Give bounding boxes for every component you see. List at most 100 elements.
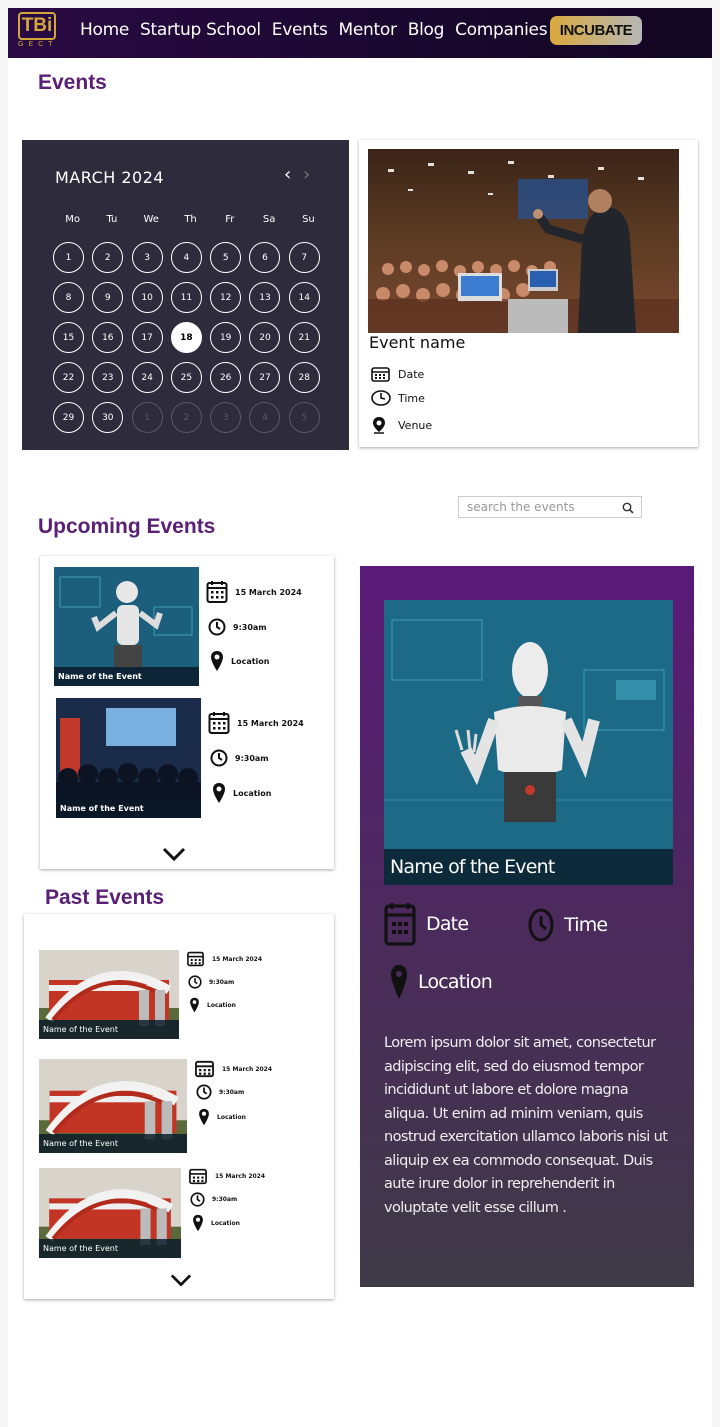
calendar-day[interactable]: 2: [170, 402, 202, 433]
time-text: 9:30am: [233, 622, 267, 632]
search-input[interactable]: [467, 500, 617, 514]
event-location: Location: [192, 1214, 240, 1232]
map-pin-icon: [192, 1214, 204, 1232]
calendar-day[interactable]: 2: [92, 242, 124, 273]
featured-event-title: Name of the Event: [384, 849, 673, 885]
calendar-day[interactable]: 28: [288, 362, 320, 393]
map-pin-icon: [212, 782, 226, 804]
calendar: MARCH 2024 ‹ › Mo Tu We Th Fr Sa Su 1234…: [22, 140, 349, 450]
events-heading: Events: [38, 71, 107, 94]
calendar-day[interactable]: 13: [249, 282, 281, 313]
calendar-day[interactable]: 22: [53, 362, 84, 393]
calendar-day[interactable]: 14: [288, 282, 320, 313]
event-thumbnail[interactable]: Name of the Event: [39, 1059, 187, 1153]
venue-label: Venue: [398, 418, 433, 432]
calendar-weekdays: Mo Tu We Th Fr Sa Su: [53, 214, 329, 225]
chevron-left-icon[interactable]: ‹: [284, 164, 291, 185]
location-text: Location: [217, 1113, 246, 1121]
time-text: 9:30am: [219, 1088, 245, 1096]
calendar-day[interactable]: 3: [210, 402, 242, 433]
calendar-day[interactable]: 9: [92, 282, 124, 313]
event-title: Name of the Event: [39, 1239, 181, 1258]
calendar-day[interactable]: 11: [170, 282, 202, 313]
calendar-day[interactable]: 18: [170, 322, 202, 353]
event-thumbnail[interactable]: Name of the Event: [39, 950, 179, 1039]
date-text: 15 March 2024: [235, 587, 302, 597]
event-thumbnail[interactable]: Name of the Event: [54, 567, 199, 686]
calendar-day[interactable]: 10: [131, 282, 163, 313]
calendar-day[interactable]: 3: [131, 242, 163, 273]
calendar-day[interactable]: 4: [249, 402, 281, 433]
time-text: 9:30am: [235, 753, 269, 763]
nav-link-events[interactable]: Events: [272, 20, 328, 40]
map-pin-icon: [371, 416, 391, 434]
map-pin-icon: [390, 964, 408, 1000]
event-thumbnail[interactable]: Name of the Event: [56, 698, 201, 818]
calendar-day[interactable]: 16: [92, 322, 124, 353]
calendar-day[interactable]: 20: [249, 322, 281, 353]
weekday-label: Tu: [106, 214, 118, 225]
clock-icon: [190, 1192, 205, 1207]
nav-links: Home Startup School Events Mentor Blog C…: [80, 20, 558, 40]
location-text: Location: [233, 788, 272, 798]
calendar-day[interactable]: 29: [53, 402, 84, 433]
search-icon[interactable]: [622, 501, 634, 519]
search-box[interactable]: [458, 496, 642, 518]
calendar-day[interactable]: 8: [53, 282, 84, 313]
nav-link-home[interactable]: Home: [80, 20, 129, 40]
nav-link-mentor[interactable]: Mentor: [339, 20, 397, 40]
calendar-icon: [186, 951, 205, 967]
calendar-day[interactable]: 17: [131, 322, 163, 353]
calendar-day[interactable]: 30: [92, 402, 124, 433]
chevron-down-icon[interactable]: [162, 846, 186, 867]
calendar-day[interactable]: 21: [288, 322, 320, 353]
chevron-down-icon[interactable]: [170, 1272, 192, 1293]
calendar-day[interactable]: 1: [131, 402, 163, 433]
event-title: Name of the Event: [54, 667, 199, 686]
calendar-icon: [208, 711, 230, 735]
clock-icon: [210, 749, 228, 767]
calendar-day[interactable]: 6: [249, 242, 281, 273]
past-events-card: Name of the Event 15 March 2024 9:30am L…: [24, 914, 334, 1299]
event-title: Name of the Event: [56, 799, 201, 818]
event-date: 15 March 2024: [188, 1168, 265, 1185]
featured-event-image[interactable]: Name of the Event: [384, 600, 673, 885]
top-nav: TBi GECT Home Startup School Events Ment…: [8, 8, 712, 58]
weekday-label: Th: [184, 214, 197, 225]
calendar-day[interactable]: 5: [288, 402, 320, 433]
time-text: 9:30am: [209, 978, 235, 986]
featured-event-description: Lorem ipsum dolor sit amet, consectetur …: [384, 1035, 668, 1216]
weekday-label: Sa: [262, 214, 276, 225]
calendar-day[interactable]: 24: [131, 362, 163, 393]
calendar-day[interactable]: 7: [288, 242, 320, 273]
calendar-day[interactable]: 5: [210, 242, 242, 273]
chevron-right-icon[interactable]: ›: [303, 164, 310, 185]
calendar-day[interactable]: 1: [53, 242, 84, 273]
event-time: 9:30am: [188, 975, 234, 989]
time-label: Time: [398, 391, 425, 405]
nav-link-startup-school[interactable]: Startup School: [140, 20, 261, 40]
nav-link-blog[interactable]: Blog: [408, 20, 445, 40]
logo[interactable]: TBi GECT: [18, 12, 66, 52]
weekday-label: Fr: [225, 214, 235, 225]
event-thumbnail[interactable]: Name of the Event: [39, 1168, 181, 1258]
event-location: Location: [198, 1108, 246, 1126]
date-text: 15 March 2024: [212, 955, 263, 963]
calendar-day[interactable]: 25: [170, 362, 202, 393]
featured-event-location: Location: [390, 964, 493, 1000]
clock-icon: [188, 975, 202, 989]
calendar-day[interactable]: 19: [210, 322, 242, 353]
clock-icon: [196, 1084, 212, 1100]
date-text: 15 March 2024: [222, 1065, 273, 1073]
incubate-button[interactable]: INCUBATE: [550, 16, 642, 45]
calendar-day[interactable]: 26: [210, 362, 242, 393]
featured-location-label: Location: [418, 971, 493, 993]
calendar-day[interactable]: 27: [249, 362, 281, 393]
nav-link-companies[interactable]: Companies: [455, 20, 547, 40]
calendar-day[interactable]: 15: [53, 322, 84, 353]
calendar-day[interactable]: 4: [170, 242, 202, 273]
location-text: Location: [207, 1001, 236, 1009]
event-location: Location: [212, 782, 272, 804]
calendar-day[interactable]: 12: [210, 282, 242, 313]
calendar-day[interactable]: 23: [92, 362, 124, 393]
